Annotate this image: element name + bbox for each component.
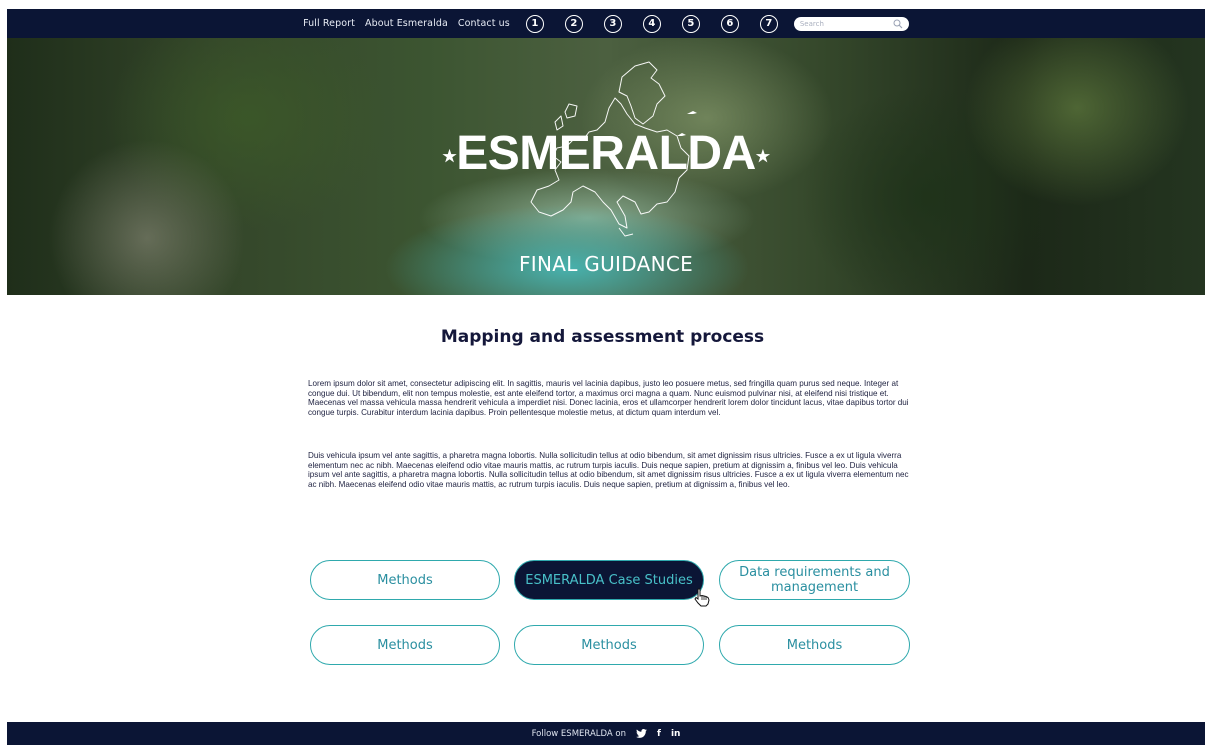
step-7-button[interactable]: 7 bbox=[759, 14, 778, 33]
top-navigation-bar: Full Report About Esmeralda Contact us 1… bbox=[7, 9, 1205, 38]
intro-paragraph-1: Lorem ipsum dolor sit amet, consectetur … bbox=[308, 379, 909, 417]
linkedin-icon[interactable]: in bbox=[671, 729, 681, 739]
search-input[interactable] bbox=[799, 19, 890, 28]
step-3-button[interactable]: 3 bbox=[603, 14, 622, 33]
nav-link-about[interactable]: About Esmeralda bbox=[365, 18, 448, 29]
methods-button-1[interactable]: Methods bbox=[310, 560, 500, 600]
hero-banner: ★ESMERALDA★ FINAL GUIDANCE bbox=[7, 38, 1205, 295]
nav-link-contact[interactable]: Contact us bbox=[458, 18, 510, 29]
nav-links: Full Report About Esmeralda Contact us bbox=[303, 18, 510, 29]
footer: Follow ESMERALDA on f in bbox=[7, 722, 1205, 745]
hero-subtitle: FINAL GUIDANCE bbox=[518, 252, 694, 276]
twitter-icon[interactable] bbox=[636, 729, 647, 738]
intro-paragraph-2: Duis vehicula ipsum vel ante sagittis, a… bbox=[308, 451, 909, 489]
page-title: Mapping and assessment process bbox=[440, 327, 765, 347]
logo-wordmark: ESMERALDA bbox=[456, 127, 756, 180]
methods-button-2[interactable]: Methods bbox=[310, 625, 500, 665]
data-requirements-button[interactable]: Data requirements and management bbox=[719, 560, 910, 600]
star-left-icon: ★ bbox=[442, 148, 457, 166]
facebook-icon[interactable]: f bbox=[657, 729, 661, 739]
step-2-button[interactable]: 2 bbox=[564, 14, 583, 33]
methods-button-4[interactable]: Methods bbox=[719, 625, 910, 665]
hand-pointer-cursor-icon bbox=[694, 588, 710, 607]
step-5-button[interactable]: 5 bbox=[681, 14, 700, 33]
esmeralda-logo: ★ESMERALDA★ bbox=[7, 126, 1205, 181]
step-6-button[interactable]: 6 bbox=[720, 14, 739, 33]
case-studies-button[interactable]: ESMERALDA Case Studies bbox=[514, 560, 704, 600]
step-1-button[interactable]: 1 bbox=[525, 14, 544, 33]
search-box bbox=[793, 16, 909, 31]
follow-label: Follow ESMERALDA on bbox=[531, 728, 627, 739]
star-right-icon: ★ bbox=[755, 148, 770, 166]
nav-link-full-report[interactable]: Full Report bbox=[303, 18, 355, 29]
step-navigation: 1 2 3 4 5 6 7 bbox=[525, 14, 778, 33]
step-4-button[interactable]: 4 bbox=[642, 14, 661, 33]
methods-button-3[interactable]: Methods bbox=[514, 625, 704, 665]
search-icon[interactable] bbox=[893, 19, 903, 29]
